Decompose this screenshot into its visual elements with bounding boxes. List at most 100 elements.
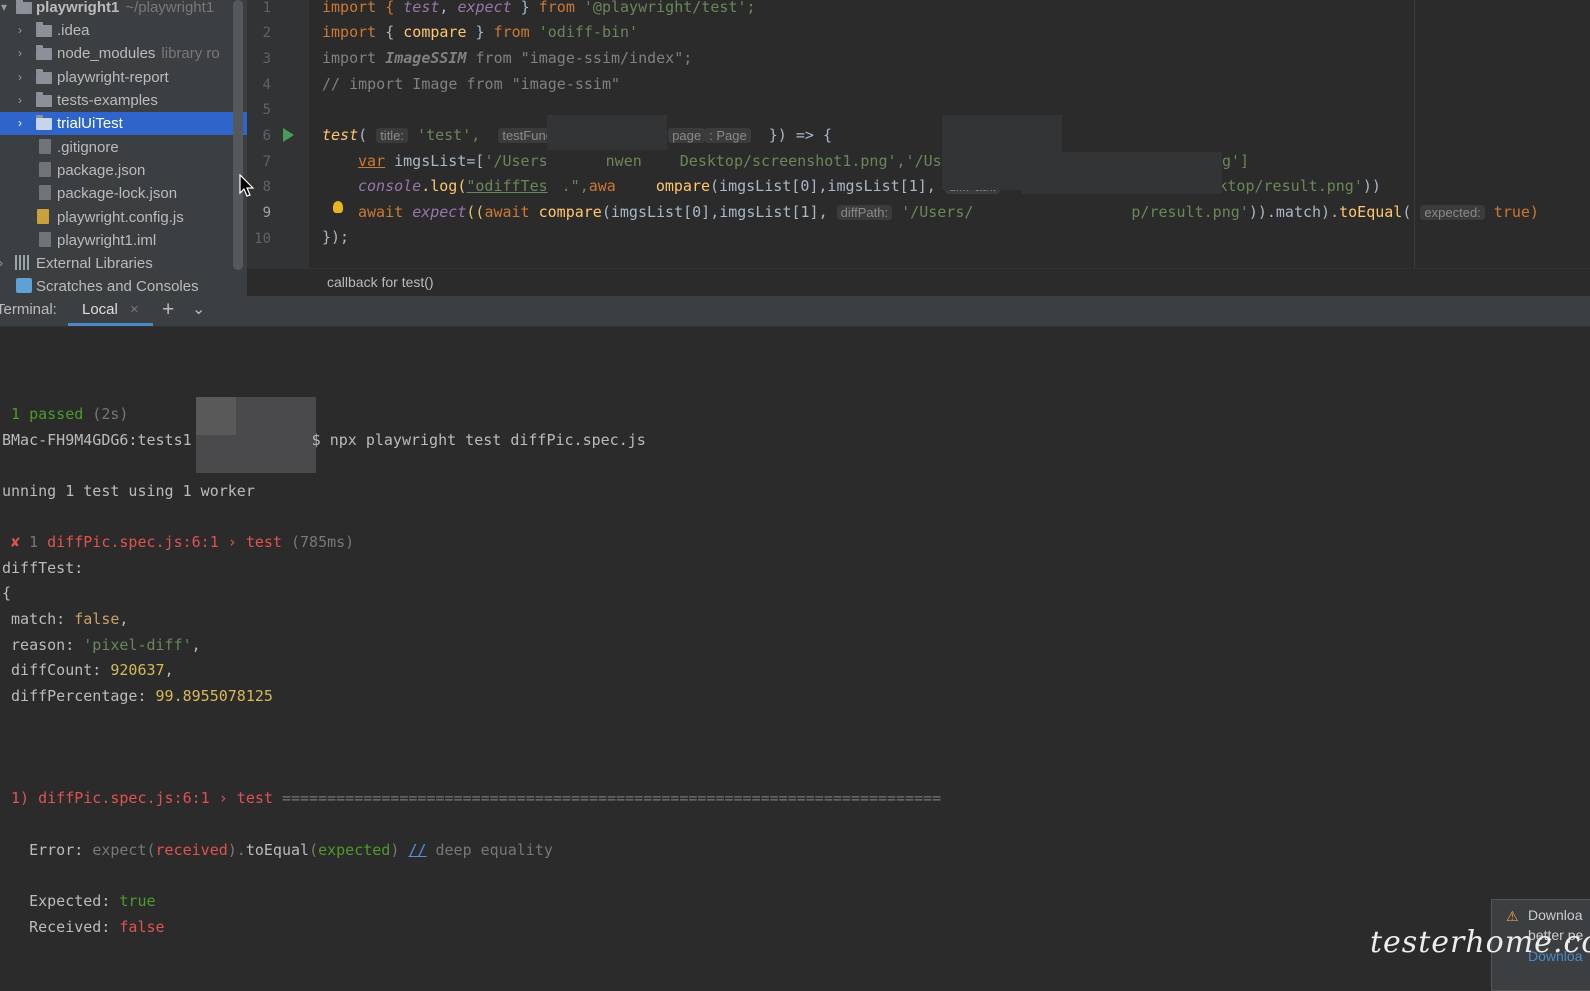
close-icon[interactable]: × (130, 301, 139, 318)
code-line-10: }); (322, 228, 350, 246)
line-number: 1 (262, 0, 271, 16)
json-file-icon (39, 162, 51, 177)
tree-item-package-json[interactable]: package.json (0, 159, 247, 182)
add-tab-button[interactable]: + (162, 298, 174, 322)
notification-text: Downloa (1528, 907, 1583, 923)
terminal-line: 1) diffPic.spec.js:6:1 › test ==========… (2, 789, 942, 807)
tree-item-sublabel: library ro (161, 45, 220, 62)
editor-gutter: 1 2 3 4 5 6 7 8 9 10 (247, 0, 343, 268)
code-editor[interactable]: 1 2 3 4 5 6 7 8 9 10 import { test, expe… (247, 0, 1590, 296)
code-line-4: // import Image from "image-ssim" (322, 75, 621, 93)
tree-item-idea[interactable]: › .idea (0, 19, 247, 42)
line-number: 3 (262, 51, 271, 67)
folder-icon (36, 115, 52, 130)
editor-breadcrumb[interactable]: callback for test() (247, 268, 1590, 296)
terminal-line: Expected: true (2, 892, 156, 910)
line-number: 10 (254, 231, 271, 247)
breadcrumb-label[interactable]: callback for test() (327, 274, 434, 290)
line-number: 2 (262, 25, 271, 41)
tree-item-label: package-lock.json (57, 185, 178, 202)
code-line-1: import { test, expect } from '@playwrigh… (322, 0, 756, 16)
chevron-right-icon[interactable]: › (0, 255, 8, 271)
tab-local[interactable]: Local × (68, 296, 153, 326)
terminal-output[interactable]: 1 passed (2s) BMac-FH9M4GDG6:tests1 $ npx… (0, 327, 1590, 982)
terminal-line: diffTest: (2, 559, 84, 577)
terminal-line: BMac-FH9M4GDG6:tests1 $ npx playwright te… (2, 431, 646, 449)
watermark: testerhome.com (1370, 925, 1590, 960)
chevron-right-icon[interactable]: › (13, 69, 27, 85)
right-margin-guide (1414, 0, 1415, 268)
tree-item-tests-examples[interactable]: › tests-examples (0, 89, 247, 112)
warning-icon: ⚠ (1506, 908, 1519, 924)
terminal-line: { (2, 584, 12, 602)
terminal-line: reason: 'pixel-diff', (2, 636, 201, 654)
chevron-right-icon[interactable]: › (13, 22, 27, 38)
code-line-3: import ImageSSIM from "image-ssim/index"… (322, 49, 693, 67)
tree-item-label: node_modules (57, 45, 156, 62)
file-icon (39, 139, 51, 154)
libraries-icon (15, 255, 31, 270)
line-number: 7 (262, 154, 271, 170)
terminal-line: 1 passed (2s) (11, 405, 129, 423)
tree-item-package-lock-json[interactable]: package-lock.json (0, 182, 247, 205)
code-line-9: await expect((await compare(imgsList[0],… (358, 203, 1539, 221)
chevron-down-icon[interactable]: ⌄ (192, 299, 205, 319)
tree-item-scratches[interactable]: Scratches and Consoles (0, 275, 247, 296)
chevron-down-icon[interactable]: ▾ (0, 0, 11, 15)
tree-item-label: trialUiTest (57, 115, 123, 132)
tree-item-label: .idea (57, 22, 90, 39)
folder-icon (36, 69, 52, 84)
project-tree: ▾ playwright1 ~/playwright1 › .idea › nod… (0, 0, 247, 296)
code-line-2: import { compare } from 'odiff-bin' (322, 23, 639, 41)
terminal-line: match: false, (2, 610, 129, 628)
tree-item-label: External Libraries (36, 255, 153, 272)
chevron-right-icon[interactable]: › (13, 92, 27, 108)
terminal-line: Error: expect(received).toEqual(expected… (2, 841, 553, 859)
tree-item-label: playwright-report (57, 69, 169, 86)
tree-item-label: tests-examples (57, 92, 158, 109)
scratches-icon (16, 278, 32, 293)
chevron-right-icon[interactable]: › (13, 45, 27, 61)
tab-label[interactable]: Local (82, 301, 118, 318)
tree-item-gitignore[interactable]: .gitignore (0, 136, 247, 159)
line-number: 6 (262, 128, 271, 144)
tree-item-playwright-config[interactable]: playwright.config.js (0, 206, 247, 229)
terminal-line: Received: false (2, 918, 165, 936)
folder-icon (36, 92, 52, 107)
folder-icon (36, 45, 52, 60)
terminal-line: diffCount: 920637, (2, 661, 174, 679)
terminal-line: unning 1 test using 1 worker (2, 482, 255, 500)
json-file-icon (39, 185, 51, 200)
tree-item-external-libraries[interactable]: › External Libraries (0, 252, 247, 275)
active-tab-indicator (68, 323, 153, 326)
redaction-block (547, 115, 667, 150)
tree-item-playwright1-iml[interactable]: playwright1.iml (0, 229, 247, 252)
tree-item-node-modules[interactable]: › node_modules library ro (0, 42, 247, 65)
line-number: 5 (262, 102, 271, 118)
tree-item-label: .gitignore (57, 139, 119, 156)
tree-item-project-root[interactable]: ▾ playwright1 ~/playwright1 (0, 0, 247, 19)
line-number: 4 (262, 77, 271, 93)
chevron-right-icon[interactable]: › (13, 115, 27, 131)
tree-item-label: Scratches and Consoles (36, 278, 199, 295)
tree-item-label: playwright1.iml (57, 232, 157, 249)
redaction-block (1022, 152, 1222, 194)
tree-item-label: package.json (57, 162, 146, 179)
terminal-toolbar: Terminal: Local × + ⌄ (0, 296, 1590, 327)
code-line-8: console.log("odiffTes .",awa ompare(imgsLi… (358, 177, 1381, 195)
terminal-line: ✘ 1 diffPic.spec.js:6:1 › test (785ms) (11, 533, 355, 551)
tree-item-playwright-report[interactable]: › playwright-report (0, 66, 247, 89)
tree-item-path: ~/playwright1 (125, 0, 215, 16)
module-file-icon (39, 232, 51, 247)
tree-item-trialuitest[interactable]: › trialUiTest (0, 112, 247, 135)
run-test-icon[interactable] (283, 128, 294, 142)
tree-scrollbar[interactable] (233, 0, 243, 270)
intention-bulb-icon[interactable] (333, 201, 343, 213)
terminal-title: Terminal: (0, 301, 57, 318)
terminal-line: diffPercentage: 99.8955078125 (2, 687, 273, 705)
js-file-icon (37, 209, 49, 224)
tree-item-label: playwright1 (36, 0, 120, 16)
folder-icon (36, 22, 52, 37)
line-number-current: 9 (262, 205, 271, 221)
folder-icon (16, 0, 32, 14)
